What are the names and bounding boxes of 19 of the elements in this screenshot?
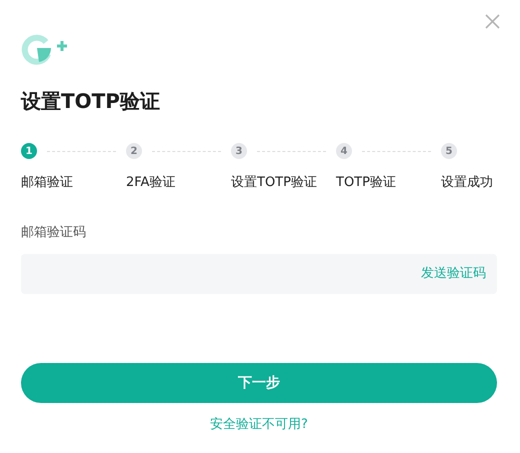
close-button[interactable] xyxy=(484,13,501,30)
step-number: 3 xyxy=(231,143,247,159)
close-icon xyxy=(484,13,501,30)
step-label: 2FA验证 xyxy=(126,174,176,192)
step-label: 设置TOTP验证 xyxy=(231,174,318,192)
field-label: 邮箱验证码 xyxy=(21,224,87,242)
step-label: TOTP验证 xyxy=(336,174,397,192)
send-code-link[interactable]: 发送验证码 xyxy=(421,264,486,284)
step-label: 邮箱验证 xyxy=(21,174,74,192)
help-link[interactable]: 安全验证不可用? xyxy=(210,415,308,434)
step-number: 2 xyxy=(126,143,142,159)
step-label: 设置成功 xyxy=(441,174,494,192)
step-number: 4 xyxy=(336,143,352,159)
next-button[interactable]: 下一步 xyxy=(21,363,497,403)
logo-icon xyxy=(21,33,69,65)
page-title: 设置TOTP验证 xyxy=(21,88,161,115)
step-number: 1 xyxy=(21,143,37,159)
verification-code-field[interactable]: 发送验证码 xyxy=(21,254,497,294)
step-number: 5 xyxy=(441,143,457,159)
